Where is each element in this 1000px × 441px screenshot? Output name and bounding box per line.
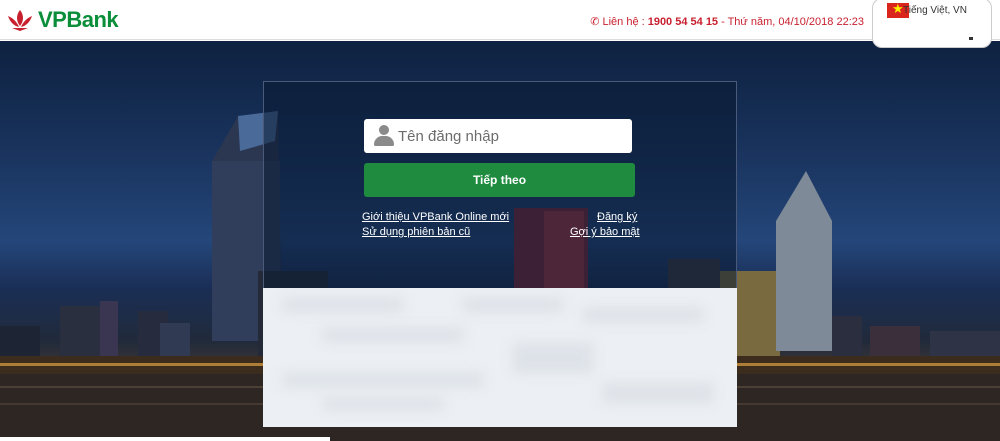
lotus-logo-icon — [8, 10, 32, 31]
bottom-scroll-strip — [0, 437, 330, 441]
phone-icon: ✆ — [590, 16, 600, 28]
intro-new-online-link[interactable]: Giới thiệu VPBank Online mới — [362, 211, 509, 223]
register-link[interactable]: Đăng ký — [597, 211, 637, 223]
blurred-promo-banner[interactable] — [263, 288, 737, 427]
username-field-container[interactable] — [364, 119, 632, 153]
dropdown-caret-icon — [969, 37, 973, 40]
current-datetime: - Thứ năm, 04/10/2018 22:23 — [721, 15, 864, 28]
contact-info: ✆ Liên hệ : 1900 54 54 15 - Thứ năm, 04/… — [590, 15, 864, 29]
language-selector[interactable]: Tiếng Việt, VN — [872, 0, 992, 48]
language-label: Tiếng Việt, VN — [903, 5, 967, 16]
user-icon — [374, 125, 394, 147]
security-tips-link[interactable]: Gợi ý bảo mật — [570, 226, 640, 238]
vpbank-logo[interactable]: VPBank — [6, 6, 119, 34]
brand-name: VPBank — [38, 7, 119, 32]
use-old-version-link[interactable]: Sử dụng phiên bản cũ — [362, 226, 470, 238]
hotline-number[interactable]: 1900 54 54 15 — [648, 16, 718, 28]
contact-label: Liên hệ : — [602, 15, 645, 28]
next-button[interactable]: Tiếp theo — [364, 163, 635, 197]
top-header: VPBank ✆ Liên hệ : 1900 54 54 15 - Thứ n… — [0, 0, 1000, 48]
username-input[interactable] — [398, 123, 626, 149]
